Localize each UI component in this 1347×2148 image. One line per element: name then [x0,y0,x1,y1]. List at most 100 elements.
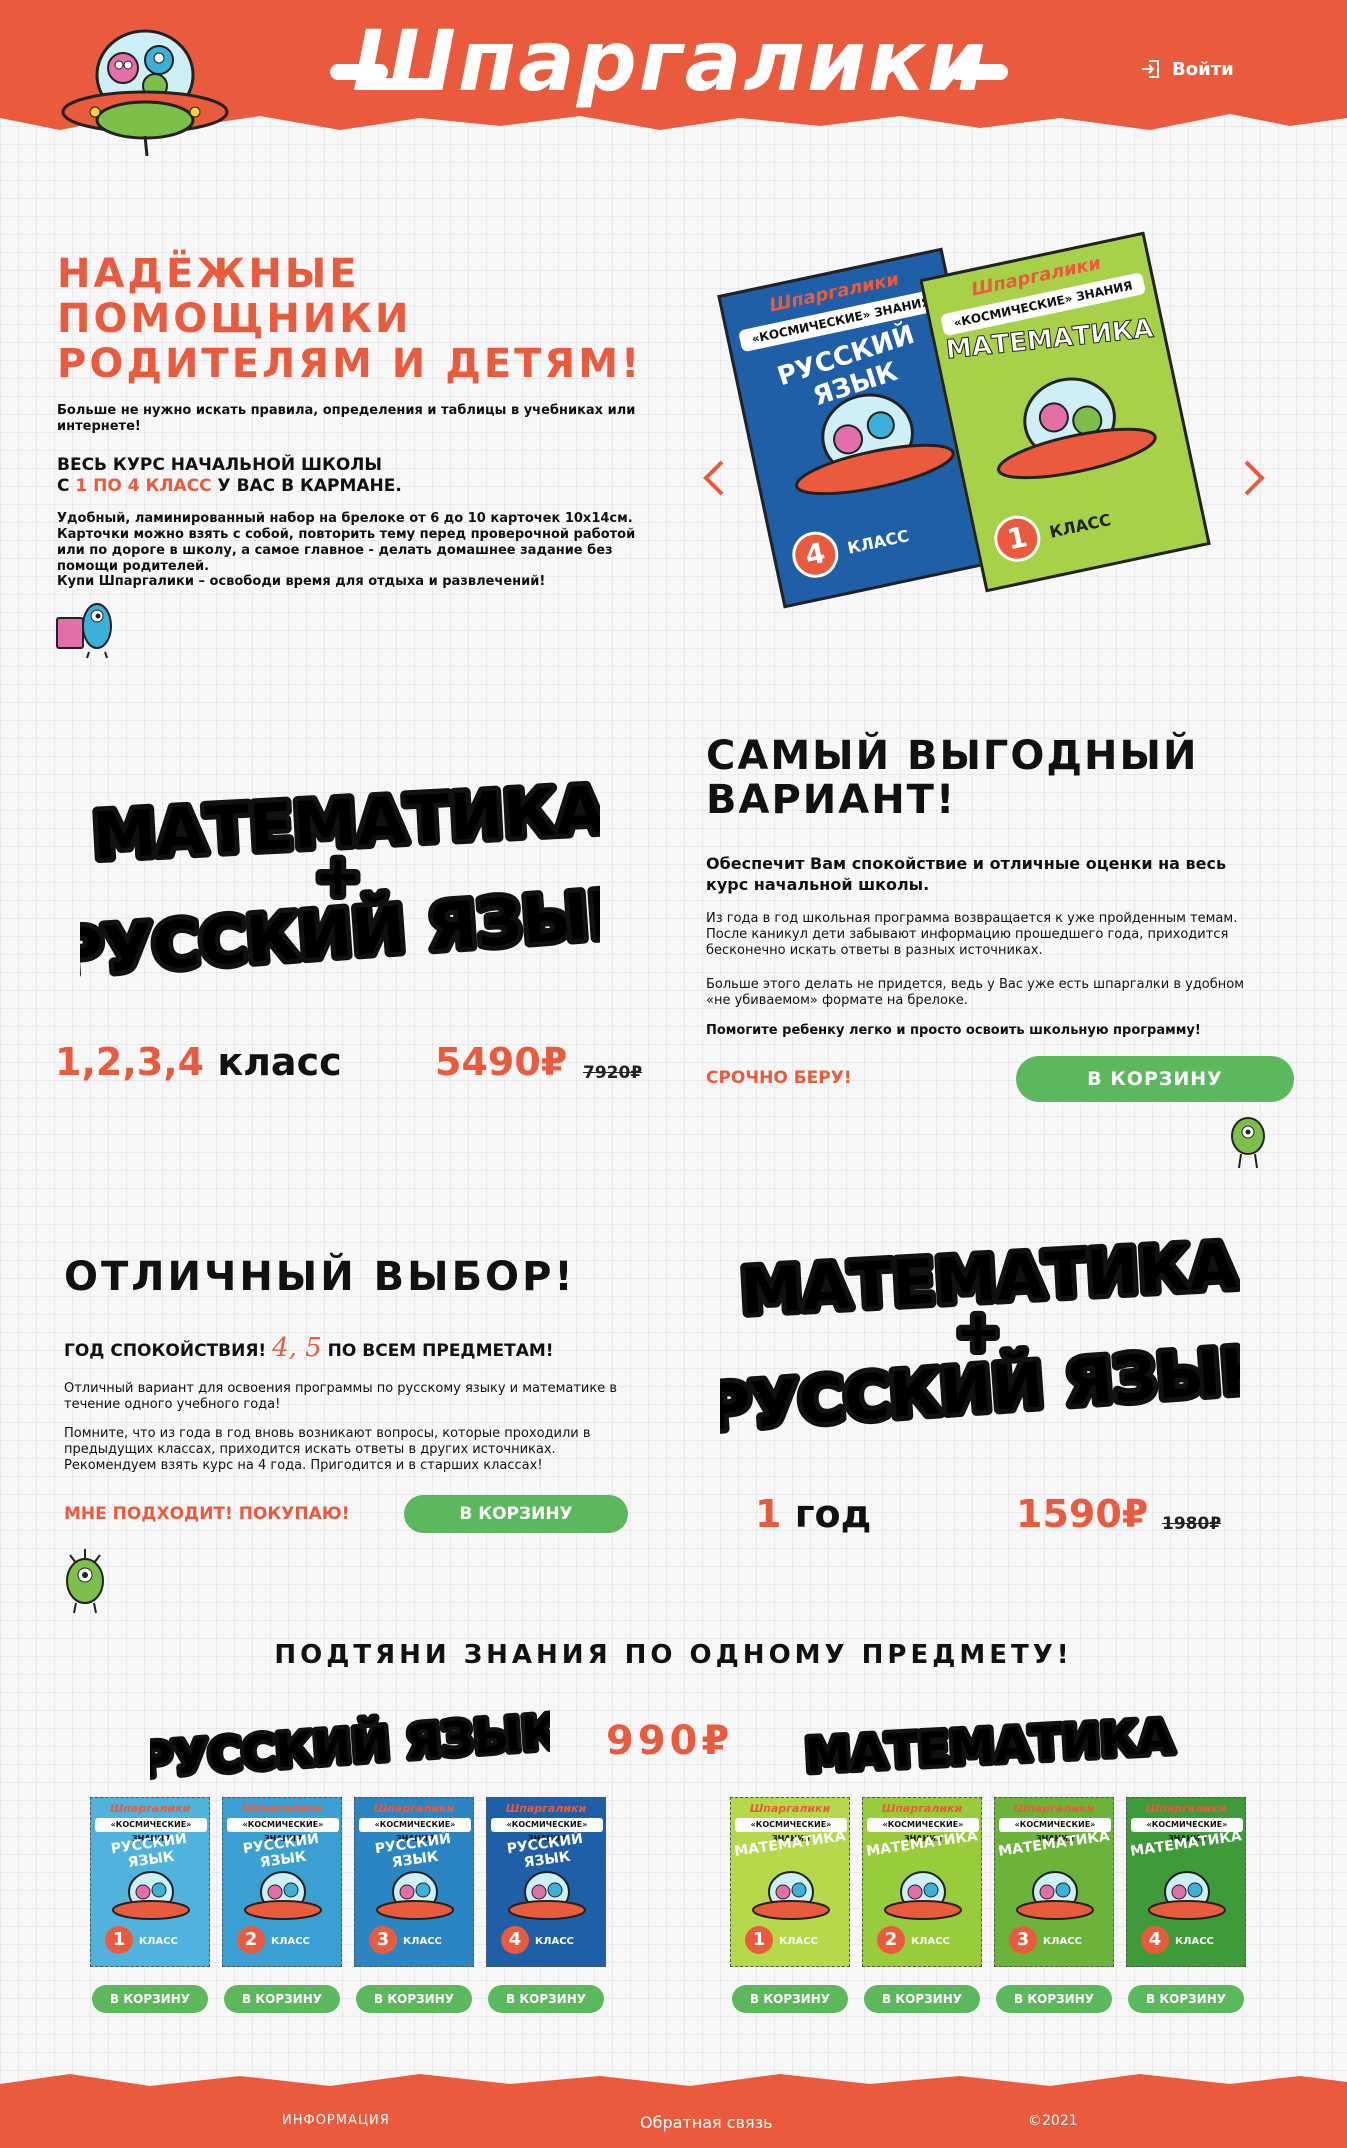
carousel-prev-icon[interactable] [700,458,728,498]
hero-course-line-2: С 1 ПО 4 КЛАСС У ВАС В КАРМАНЕ. [57,476,402,496]
card-grade: 4 [1141,1926,1169,1954]
hero-title-line-2: ПОМОЩНИКИ [57,296,412,342]
card-subject: РУССКИЙ ЯЗЫК [505,1830,584,1872]
card-brand: Шпаргалики [241,1802,323,1815]
hero-course: ВЕСЬ КУРС НАЧАЛЬНОЙ ШКОЛЫ С 1 ПО 4 КЛАСС… [57,455,637,497]
offer1-product-lettering: МАТЕМАТИКА + РУССКИЙ ЯЗЫК [80,769,600,997]
card-ufo-illustration [752,1871,830,1920]
site-header: Шпаргалики Войти [0,0,1347,157]
card-grade: 3 [1009,1926,1037,1954]
card-grade: 1 [105,1926,133,1954]
product-card[interactable]: Шпаргалики «КОСМИЧЕСКИЕ» ЗНАНИЯ МАТЕМАТИКА… [994,1797,1114,1967]
green-monster-icon [1231,1117,1265,1169]
footer-info-link[interactable]: ИНФОРМАЦИЯ [282,2113,390,2128]
card-brand: Шпаргалики [109,1802,191,1815]
card-add-to-cart-button[interactable]: В КОРЗИНУ [732,1985,848,2013]
russian-title: РУССКИЙ ЯЗЫК [150,1704,550,1787]
card-add-to-cart-button[interactable]: В КОРЗИНУ [356,1985,472,2013]
offer1-heading: САМЫЙ ВЫГОДНЫЙ ВАРИАНТ! [706,733,1199,823]
card-ufo-illustration [1148,1871,1226,1920]
card-ufo-illustration [1016,1871,1094,1920]
product-card[interactable]: Шпаргалики «КОСМИЧЕСКИЕ» ЗНАНИЯ РУССКИЙ ЯЗ… [354,1797,474,1967]
offer2-duration: 1 год [755,1492,872,1536]
book-math-grade: 1 [990,511,1045,566]
card-add-to-cart-button[interactable]: В КОРЗИНУ [864,1985,980,2013]
card-grade: 2 [877,1926,905,1954]
offer2-heading: ОТЛИЧНЫЙ ВЫБОР! [64,1254,576,1300]
offer2-para1: Отличный вариант для освоения программы … [64,1381,618,1412]
card-grade-word: КЛАСС [1043,1936,1082,1947]
card-grade-word: КЛАСС [535,1936,574,1947]
offer1-lead: Обеспечит Вам спокойствие и отличные оце… [706,854,1227,894]
card-grade: 4 [501,1926,529,1954]
offer2-add-to-cart-button[interactable]: В КОРЗИНУ [404,1495,628,1533]
footer-feedback-link[interactable]: Обратная связь [640,2113,773,2132]
card-subject: РУССКИЙ ЯЗЫК [241,1830,320,1872]
book-russian-grade-word: КЛАСС [845,526,911,558]
hero-course-line-1: ВЕСЬ КУРС НАЧАЛЬНОЙ ШКОЛЫ [57,455,383,475]
product-card[interactable]: Шпаргалики «КОСМИЧЕСКИЕ» ЗНАНИЯ РУССКИЙ ЯЗ… [90,1797,210,1967]
hero-course-grades: 1 ПО 4 КЛАСС [75,476,212,496]
login-icon [1142,60,1159,78]
book-math-ufo-illustration [997,377,1157,480]
footer-copyright: ©2021 [1028,2113,1078,2129]
offer1-price: 5490₽ [435,1040,568,1084]
monster-mascot-icon [66,1549,104,1614]
hero-title-line-1: НАДЁЖНЫЕ [57,251,360,297]
card-grade-word: КЛАСС [1175,1936,1214,1947]
ufo-mascot-logo[interactable] [55,20,235,160]
offer2-price: 1590₽ [1016,1492,1149,1536]
footer-band [0,2074,1347,2148]
card-brand: Шпаргалики [505,1802,587,1815]
hero-title-line-3: РОДИТЕЛЯМ И ДЕТЯМ! [57,341,643,387]
card-brand: Шпаргалики [1145,1802,1227,1815]
card-grade-word: КЛАСС [139,1936,178,1947]
site-footer [0,2070,1347,2148]
hero-cta-text: Купи Шпаргалики – освободи время для отд… [57,574,546,589]
russian-title-lettering: РУССКИЙ ЯЗЫК [150,1700,550,1790]
card-add-to-cart-button[interactable]: В КОРЗИНУ [224,1985,340,2013]
card-grade-word: КЛАСС [271,1936,310,1947]
monster-reading-icon [56,603,112,659]
card-add-to-cart-button[interactable]: В КОРЗИНУ [488,1985,604,2013]
card-brand: Шпаргалики [1013,1802,1095,1815]
card-grade: 3 [369,1926,397,1954]
product-card[interactable]: Шпаргалики «КОСМИЧЕСКИЕ» ЗНАНИЯ МАТЕМАТИКА… [862,1797,982,1967]
card-brand: Шпаргалики [373,1802,455,1815]
logo-dash-right [950,64,1008,80]
card-subject: РУССКИЙ ЯЗЫК [109,1830,188,1872]
offer2-old-price: 1980₽ [1162,1514,1222,1534]
card-ufo-illustration [376,1871,454,1920]
card-add-to-cart-button[interactable]: В КОРЗИНУ [1128,1985,1244,2013]
book-math-grade-word: КЛАСС [1047,510,1113,542]
hero-title: НАДЁЖНЫЕ ПОМОЩНИКИ РОДИТЕЛЯМ И ДЕТЯМ! [57,252,657,387]
product-card[interactable]: Шпаргалики «КОСМИЧЕСКИЕ» ЗНАНИЯ РУССКИЙ ЯЗ… [486,1797,606,1967]
site-logo[interactable]: Шпаргалики [330,12,1010,110]
single-subject-heading: ПОДТЯНИ ЗНАНИЯ ПО ОДНОМУ ПРЕДМЕТУ! [274,1640,1073,1670]
card-grade: 2 [237,1926,265,1954]
offer1-para2: Больше этого делать не придется, ведь у … [706,977,1245,1008]
card-ufo-illustration [244,1871,322,1920]
offer1-urgent-label: СРОЧНО БЕРУ! [706,1068,852,1088]
product-card[interactable]: Шпаргалики «КОСМИЧЕСКИЕ» ЗНАНИЯ РУССКИЙ ЯЗ… [222,1797,342,1967]
login-button[interactable]: Войти [1140,58,1234,80]
card-grade-word: КЛАСС [779,1936,818,1947]
hero-intro: Больше не нужно искать правила, определе… [57,403,636,434]
offer2-lead-grades: 4, 5 [272,1333,322,1363]
hero-description: Удобный, ламинированный набор на брелоке… [57,511,636,574]
card-add-to-cart-button[interactable]: В КОРЗИНУ [996,1985,1112,2013]
offer1-grades: 1,2,3,4 класс [55,1040,342,1084]
carousel-next-icon[interactable] [1240,458,1268,498]
book-russian-grade: 4 [788,527,843,582]
card-brand: Шпаргалики [749,1802,831,1815]
card-grade-word: КЛАСС [911,1936,950,1947]
product-card[interactable]: Шпаргалики «КОСМИЧЕСКИЕ» ЗНАНИЯ МАТЕМАТИКА… [730,1797,850,1967]
card-add-to-cart-button[interactable]: В КОРЗИНУ [92,1985,208,2013]
math-title: МАТЕМАТИКА [804,1709,1175,1782]
offer1-add-to-cart-button[interactable]: В КОРЗИНУ [1016,1056,1294,1102]
offer1-para1: Из года в год школьная программа возвращ… [706,911,1238,958]
card-brand: Шпаргалики [881,1802,963,1815]
single-subject-price: 990₽ [606,1718,734,1764]
math-title-lettering: МАТЕМАТИКА [800,1705,1179,1786]
product-card[interactable]: Шпаргалики «КОСМИЧЕСКИЕ» ЗНАНИЯ МАТЕМАТИКА… [1126,1797,1246,1967]
